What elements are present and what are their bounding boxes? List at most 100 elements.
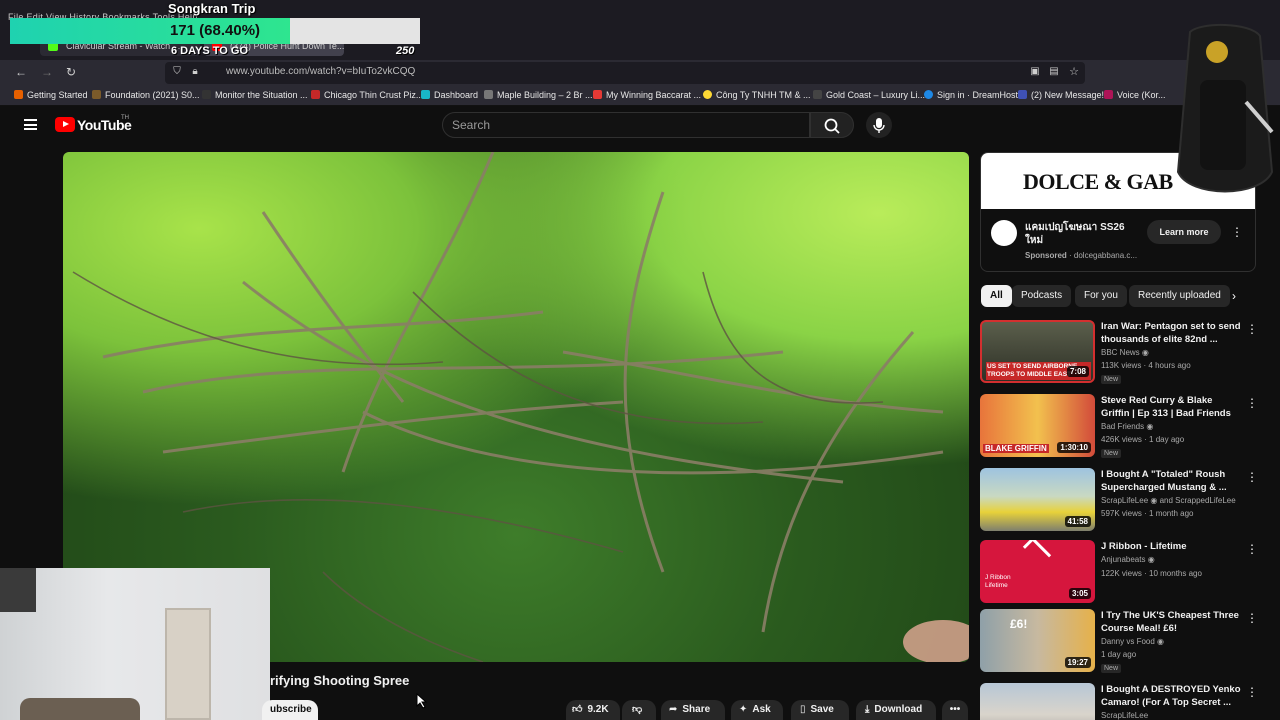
video-meta: 1 day ago — [1101, 650, 1137, 659]
url-text[interactable]: www.youtube.com/watch?v=bIuTo2vkCQQ — [226, 66, 415, 77]
ad-title: แคมเปญโฆษณา SS26 ใหม่ — [1025, 222, 1125, 246]
bookmark-item[interactable]: Foundation (2021) S0... — [92, 90, 200, 100]
video-title[interactable]: Iran War: Pentagon set to send thousands… — [1101, 320, 1241, 346]
channel-name[interactable]: Danny vs Food ◉ — [1101, 637, 1164, 646]
menu-icon[interactable] — [24, 119, 37, 130]
bookmark-item[interactable]: My Winning Baccarat ... — [593, 90, 701, 100]
video-meta: 122K views · 10 months ago — [1101, 569, 1202, 578]
video-thumbnail[interactable]: US SET TO SEND AIRBORNE TROOPS TO MIDDLE… — [980, 320, 1095, 383]
dislike-button[interactable]: 👎︎ — [622, 700, 656, 720]
bookmark-item[interactable]: Sign in · DreamHost — [924, 90, 1018, 100]
goal-title: Songkran Trip — [168, 1, 256, 16]
video-title[interactable]: I Bought A DESTROYED Yenko Camaro! (For … — [1101, 683, 1241, 709]
video-thumbnail[interactable]: 41:58 — [980, 468, 1095, 531]
save-button[interactable]: ▯ Save — [791, 700, 849, 720]
recommendation-item[interactable]: BLAKE GRIFFIN 1:30:10 Steve Red Curry & … — [980, 394, 1270, 460]
bookmark-favicon-icon — [311, 90, 320, 99]
channel-name[interactable]: ScrapLifeLee ◉ and ScrappedLifeLee — [1101, 496, 1236, 505]
star-icon[interactable]: ☆ — [1067, 65, 1081, 79]
more-horizontal-icon: ••• — [949, 704, 961, 715]
more-vertical-icon[interactable]: ⋮ — [1231, 225, 1243, 239]
ad-domain: · dolcegabbana.c... — [1069, 251, 1138, 260]
like-button[interactable]: 👍︎ 9.2K — [566, 700, 620, 720]
video-title[interactable]: Steve Red Curry & Blake Griffin | Ep 313… — [1101, 394, 1241, 420]
recommendation-item[interactable]: 41:58 I Bought A "Totaled" Roush Superch… — [980, 468, 1270, 534]
recommendation-item[interactable]: £6! 19:27 I Try The UK'S Cheapest Three … — [980, 609, 1270, 675]
forward-arrow-icon[interactable]: → — [40, 65, 54, 79]
share-icon: ➦ — [669, 704, 678, 715]
subscribe-button[interactable]: ubscribe — [262, 700, 318, 720]
channel-name[interactable]: ScrapLifeLee — [1101, 711, 1148, 720]
thumbs-down-icon: 👎︎ — [632, 704, 643, 715]
bookmark-item[interactable]: Công Ty TNHH TM & ... — [703, 90, 811, 100]
bookmark-item[interactable]: Gold Coast – Luxury Li... — [813, 90, 925, 100]
download-label: Download — [874, 704, 923, 715]
chevron-right-icon[interactable]: › — [1232, 289, 1236, 303]
bookmark-item[interactable]: Dashboard — [421, 90, 478, 100]
chip-podcasts[interactable]: Podcasts — [1012, 285, 1072, 307]
new-badge: New — [1101, 449, 1122, 458]
recommendation-item[interactable]: I Bought A DESTROYED Yenko Camaro! (For … — [980, 683, 1270, 720]
streamer-webcam — [0, 568, 270, 720]
download-button[interactable]: ⤓ Download — [856, 700, 936, 720]
more-vertical-icon[interactable]: ⋮ — [1246, 611, 1258, 625]
voice-search-button[interactable] — [866, 112, 892, 138]
save-label: Save — [810, 704, 834, 715]
channel-name[interactable]: Bad Friends ◉ — [1101, 422, 1153, 431]
lock-icon[interactable]: 🔒︎ — [188, 65, 202, 79]
learn-more-button[interactable]: Learn more — [1147, 220, 1221, 244]
like-count: 9.2K — [587, 704, 609, 715]
bookmark-favicon-icon — [1018, 90, 1027, 99]
bookmark-item[interactable]: Monitor the Situation ... — [202, 90, 308, 100]
chip-recently-uploaded[interactable]: Recently uploaded — [1129, 285, 1230, 307]
gaming-chair-graphic — [1160, 22, 1280, 208]
microphone-icon — [873, 118, 885, 133]
video-thumbnail[interactable]: BLAKE GRIFFIN 1:30:10 — [980, 394, 1095, 457]
channel-name[interactable]: Anjunabeats ◉ — [1101, 555, 1155, 564]
recommendation-item[interactable]: US SET TO SEND AIRBORNE TROOPS TO MIDDLE… — [980, 320, 1270, 386]
shield-icon[interactable]: ⛉ — [170, 65, 184, 79]
chip-for-you[interactable]: For you — [1075, 285, 1127, 307]
recommendation-item[interactable]: J Ribbon Lifetime 3:05 J Ribbon - Lifeti… — [980, 540, 1270, 606]
bookmark-item[interactable]: Chicago Thin Crust Piz... — [311, 90, 423, 100]
bookmark-item[interactable]: Voice (Kor... — [1104, 90, 1166, 100]
download-icon: ⤓ — [865, 704, 870, 715]
video-title[interactable]: J Ribbon - Lifetime — [1101, 540, 1241, 553]
video-thumbnail[interactable]: £6! 19:27 — [980, 609, 1095, 672]
webcam-foreground — [20, 698, 140, 720]
ask-button[interactable]: ✦ Ask — [731, 700, 783, 720]
anjunabeats-logo-icon — [1022, 540, 1052, 566]
reload-icon[interactable]: ↻ — [64, 65, 78, 79]
thumbnail-caption: J Ribbon Lifetime — [985, 574, 1011, 589]
reader-view-icon[interactable]: ▤ — [1047, 65, 1061, 79]
share-button[interactable]: ➦ Share — [661, 700, 725, 720]
bookmark-favicon-icon — [703, 90, 712, 99]
video-thumbnail[interactable]: J Ribbon Lifetime 3:05 — [980, 540, 1095, 603]
bookmark-icon: ▯ — [800, 704, 806, 715]
back-arrow-icon[interactable]: ← — [14, 65, 28, 79]
channel-name[interactable]: BBC News ◉ — [1101, 348, 1149, 357]
video-thumbnail[interactable] — [980, 683, 1095, 720]
bookmark-item[interactable]: (2) New Message! — [1018, 90, 1104, 100]
video-title[interactable]: I Try The UK'S Cheapest Three Course Mea… — [1101, 609, 1241, 635]
more-vertical-icon[interactable]: ⋮ — [1246, 470, 1258, 484]
bookmark-favicon-icon — [924, 90, 933, 99]
bookmark-favicon-icon — [202, 90, 211, 99]
youtube-logo-icon[interactable] — [55, 117, 75, 132]
goal-progress-text: 171 (68.40%) — [169, 22, 261, 39]
bookmark-item[interactable]: Maple Building – 2 Br ... — [484, 90, 593, 100]
search-input[interactable] — [452, 118, 792, 132]
more-vertical-icon[interactable]: ⋮ — [1246, 542, 1258, 556]
bookmark-item[interactable]: Getting Started — [14, 90, 88, 100]
video-title[interactable]: I Bought A "Totaled" Roush Supercharged … — [1101, 468, 1241, 494]
ad-brand-logo: DOLCE & GAB — [1023, 169, 1173, 194]
more-vertical-icon[interactable]: ⋮ — [1246, 685, 1258, 699]
more-vertical-icon[interactable]: ⋮ — [1246, 396, 1258, 410]
bookmark-favicon-icon — [813, 90, 822, 99]
more-actions-button[interactable]: ••• — [942, 700, 968, 720]
chip-all[interactable]: All — [981, 285, 1012, 307]
screenshot-icon[interactable]: ▣ — [1028, 65, 1042, 79]
search-button[interactable] — [810, 112, 854, 138]
more-vertical-icon[interactable]: ⋮ — [1246, 322, 1258, 336]
bookmark-favicon-icon — [1104, 90, 1113, 99]
